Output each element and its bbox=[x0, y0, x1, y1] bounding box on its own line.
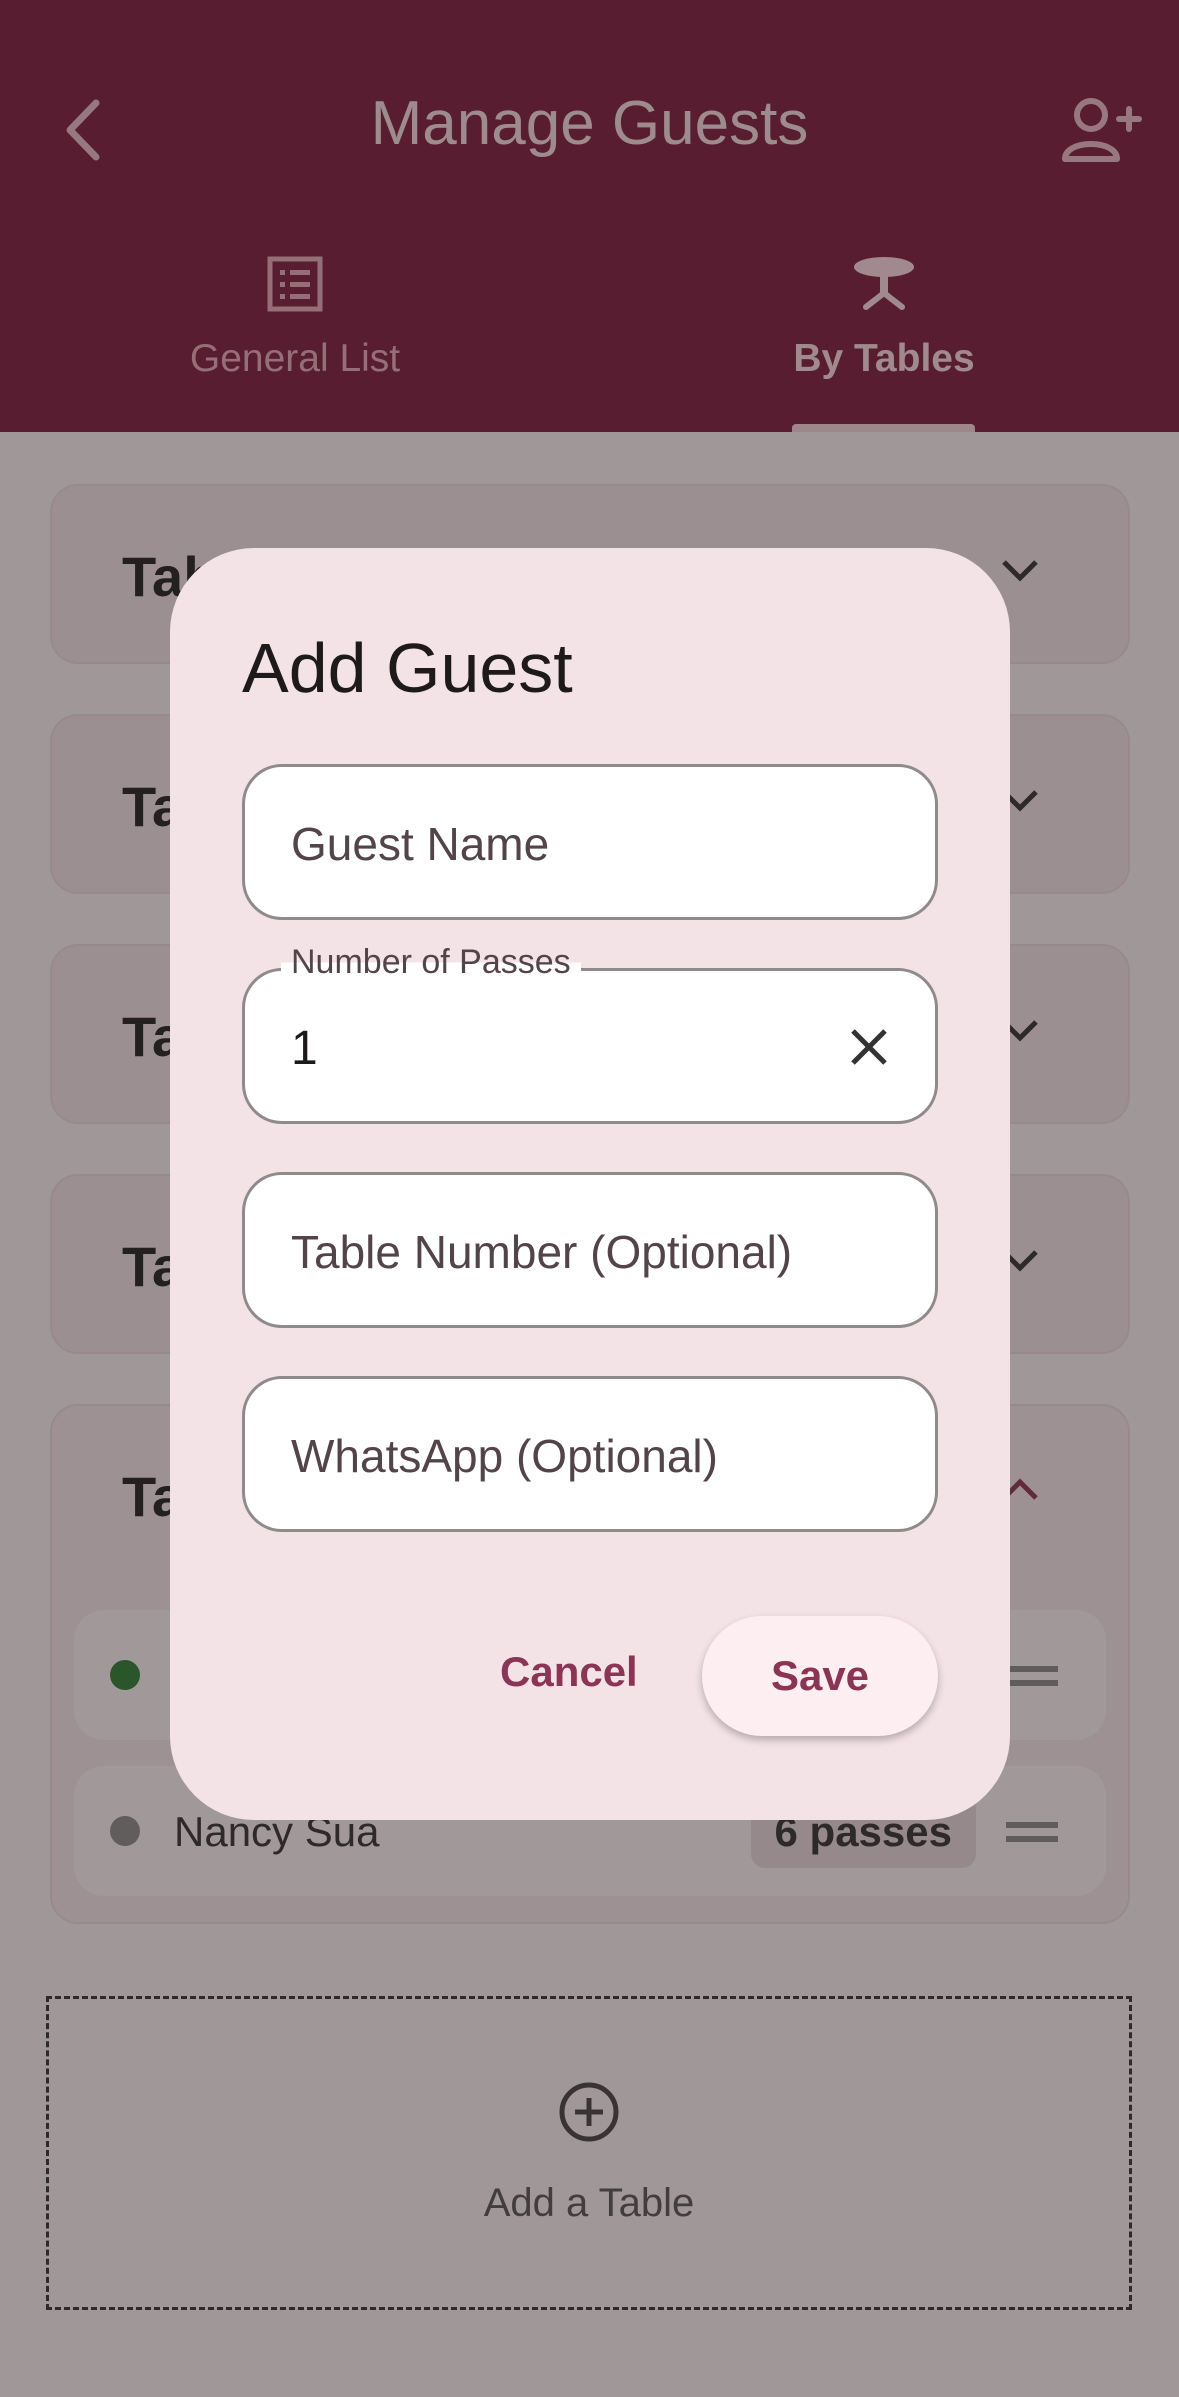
dialog-title: Add Guest bbox=[242, 629, 573, 707]
number-of-passes-field[interactable]: Number of Passes 1 bbox=[242, 943, 938, 1124]
add-guest-dialog: Add Guest Guest Name Number of Passes 1 … bbox=[170, 548, 1010, 1820]
guest-name-field[interactable]: Guest Name bbox=[242, 764, 938, 920]
cancel-button[interactable]: Cancel bbox=[500, 1648, 638, 1696]
whatsapp-placeholder: WhatsApp (Optional) bbox=[291, 1430, 718, 1482]
save-button[interactable]: Save bbox=[702, 1616, 938, 1736]
guest-name-placeholder: Guest Name bbox=[291, 818, 550, 870]
table-number-field[interactable]: Table Number (Optional) bbox=[242, 1172, 938, 1328]
table-number-placeholder: Table Number (Optional) bbox=[291, 1226, 793, 1278]
clear-icon[interactable] bbox=[849, 1027, 889, 1067]
whatsapp-field[interactable]: WhatsApp (Optional) bbox=[242, 1376, 938, 1532]
number-of-passes-value: 1 bbox=[291, 1022, 318, 1075]
number-of-passes-label: Number of Passes bbox=[281, 943, 581, 982]
